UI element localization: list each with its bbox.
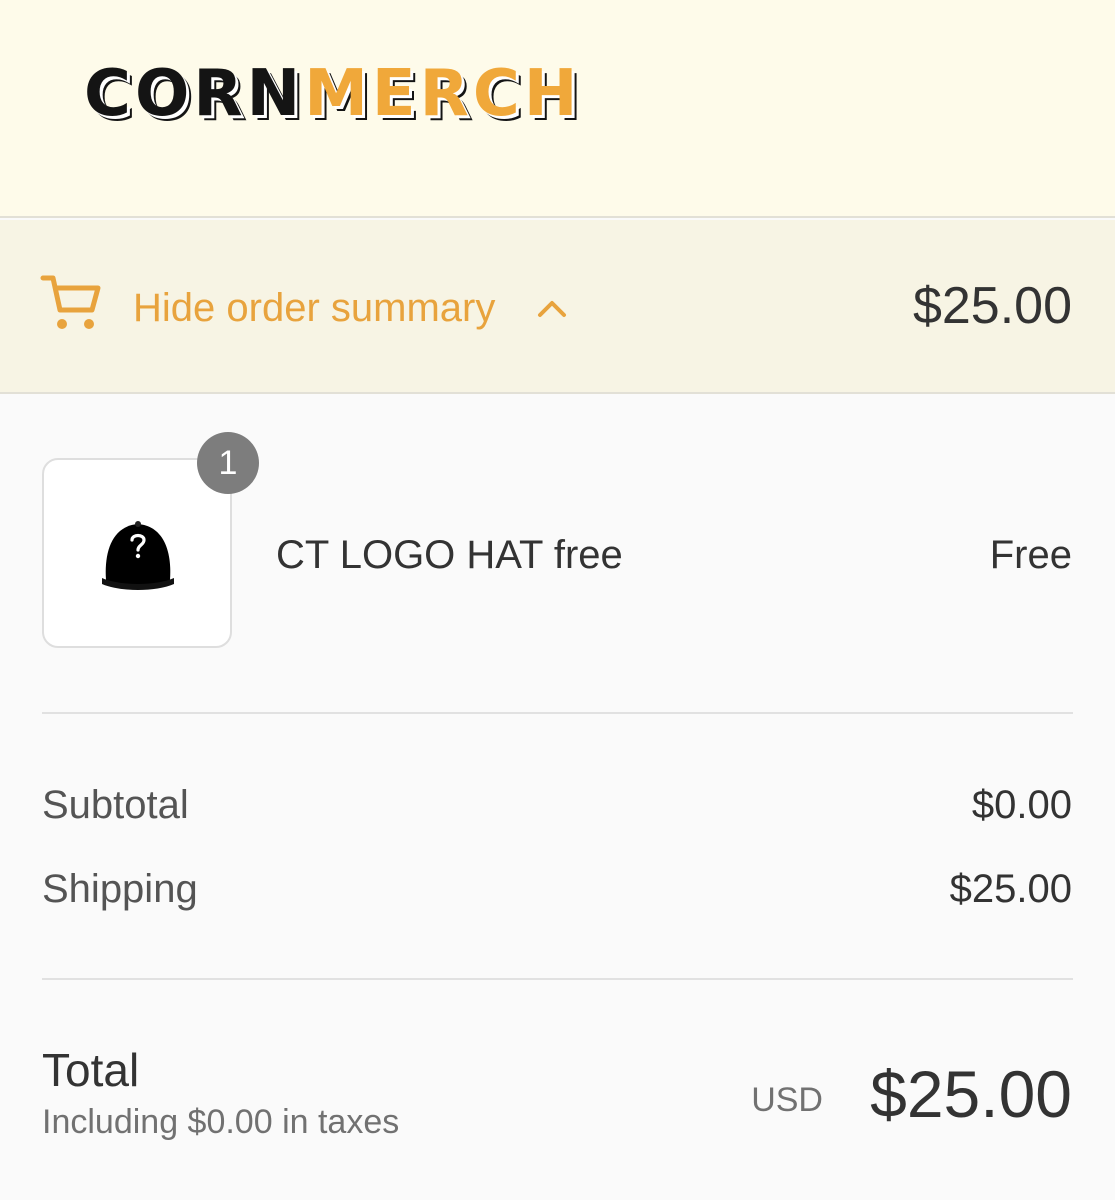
cart-icon <box>40 275 101 329</box>
product-name: CT LOGO HAT free <box>276 533 623 577</box>
subtotal-label: Subtotal <box>42 783 189 827</box>
shipping-label: Shipping <box>42 867 198 911</box>
grand-total: $25.00 <box>870 1057 1072 1131</box>
logo-text-merch: MERCH <box>304 57 582 131</box>
store-logo[interactable]: CORNMERCH <box>84 62 581 126</box>
store-header: CORNMERCH <box>0 0 1115 218</box>
quantity-badge: 1 <box>197 432 259 494</box>
shipping-value: $25.00 <box>949 867 1072 911</box>
product-price: Free <box>989 533 1072 577</box>
tax-note: Including $0.00 in taxes <box>42 1103 400 1141</box>
summary-total-price: $25.00 <box>912 277 1072 335</box>
toggle-summary-label[interactable]: Hide order summary <box>133 284 495 332</box>
currency-code: USD <box>751 1081 823 1119</box>
hat-icon <box>102 521 174 590</box>
chevron-up-icon[interactable] <box>536 297 568 319</box>
subtotal-value: $0.00 <box>971 783 1072 827</box>
divider <box>42 978 1073 980</box>
divider <box>42 712 1073 714</box>
total-label: Total <box>42 1044 140 1096</box>
logo-text-corn: CORN <box>84 57 305 131</box>
